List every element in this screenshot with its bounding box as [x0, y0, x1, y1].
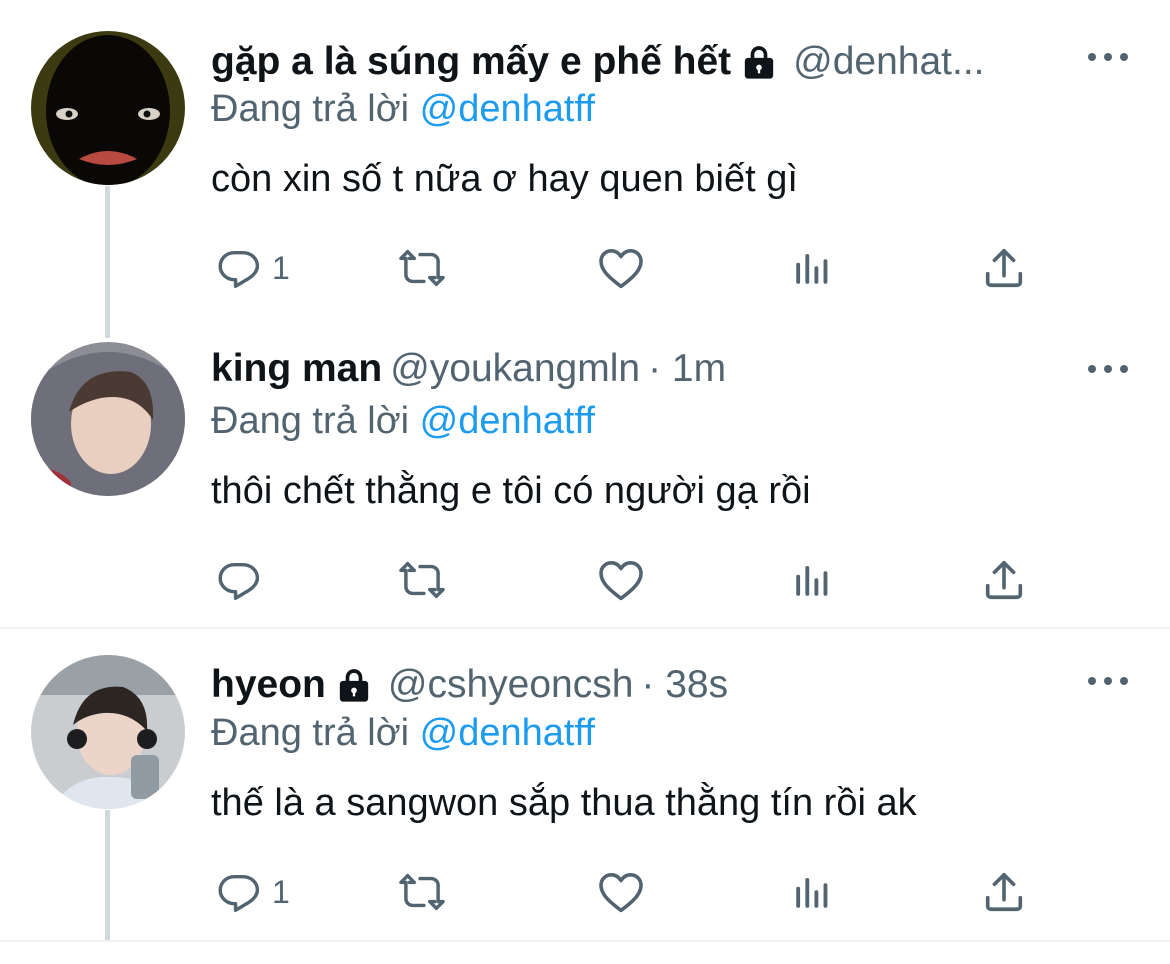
analytics-button[interactable] — [791, 867, 833, 917]
more-icon[interactable] — [1088, 47, 1128, 67]
action-bar: 1 — [211, 243, 1041, 293]
replying-to: Đang trả lời @denhatff — [211, 88, 595, 131]
share-icon — [981, 557, 1027, 603]
reply-count: 1 — [272, 249, 290, 286]
retweet-button[interactable] — [399, 555, 445, 605]
analytics-icon — [791, 559, 833, 601]
tweet-3[interactable]: hyeon @cshyeoncsh · 38s Đang trả lời @de… — [0, 630, 1170, 964]
tweet-text: thế là a sangwon sắp thua thằng tín rồi … — [211, 782, 917, 824]
analytics-icon — [791, 247, 833, 289]
analytics-button[interactable] — [791, 243, 833, 293]
replying-label: Đang trả lời — [211, 400, 410, 442]
replying-label: Đang trả lời — [211, 88, 410, 130]
action-bar — [211, 555, 1041, 605]
reply-icon — [216, 557, 262, 603]
retweet-button[interactable] — [399, 867, 445, 917]
person-with-headphones-avatar[interactable] — [31, 655, 185, 809]
retweet-button[interactable] — [399, 243, 445, 293]
replying-to: Đang trả lời @denhatff — [211, 712, 595, 755]
retweet-icon — [399, 245, 445, 291]
tweet-divider — [0, 940, 1170, 942]
username[interactable]: @youkangmln — [390, 347, 640, 391]
reply-button[interactable] — [216, 555, 272, 605]
retweet-icon — [399, 869, 445, 915]
mention-link[interactable]: @denhatff — [420, 88, 595, 130]
timestamp[interactable]: · 38s — [641, 663, 728, 707]
tweet-2[interactable]: king man @youkangmln · 1m Đang trả lời @… — [0, 320, 1170, 628]
share-button[interactable] — [981, 867, 1027, 917]
like-icon — [597, 244, 645, 292]
tweet-header: king man @youkangmln · 1m — [211, 344, 726, 394]
mention-link[interactable]: @denhatff — [420, 400, 595, 442]
share-button[interactable] — [981, 243, 1027, 293]
username[interactable]: @denhat... — [793, 40, 984, 84]
reply-icon — [216, 245, 262, 291]
dark-face-avatar[interactable] — [31, 31, 185, 185]
tweet-1[interactable]: gặp a là súng mấy e phế hết @denhat... Đ… — [0, 0, 1170, 320]
reply-count: 1 — [272, 873, 290, 910]
more-icon[interactable] — [1088, 671, 1128, 691]
tweet-header: gặp a là súng mấy e phế hết @denhat... — [211, 37, 985, 87]
tweet-divider — [0, 627, 1170, 629]
share-button[interactable] — [981, 555, 1027, 605]
retweet-icon — [399, 557, 445, 603]
like-icon — [597, 868, 645, 916]
more-icon[interactable] — [1088, 359, 1128, 379]
hooded-person-avatar[interactable] — [31, 342, 185, 496]
tweet-header: hyeon @cshyeoncsh · 38s — [211, 660, 728, 710]
share-icon — [981, 869, 1027, 915]
like-icon — [597, 556, 645, 604]
lock-icon — [334, 665, 374, 705]
like-button[interactable] — [597, 555, 645, 605]
action-bar: 1 — [211, 867, 1041, 917]
replying-to: Đang trả lời @denhatff — [211, 400, 595, 443]
display-name[interactable]: hyeon — [211, 663, 326, 707]
like-button[interactable] — [597, 243, 645, 293]
reply-icon — [216, 869, 262, 915]
analytics-button[interactable] — [791, 555, 833, 605]
lock-icon — [739, 42, 779, 82]
like-button[interactable] — [597, 867, 645, 917]
reply-button[interactable]: 1 — [216, 867, 290, 917]
tweet-text: còn xin số t nữa ơ hay quen biết gì — [211, 158, 798, 200]
tweet-text: thôi chết thằng e tôi có người gạ rồi — [211, 470, 811, 512]
mention-link[interactable]: @denhatff — [420, 712, 595, 754]
analytics-icon — [791, 871, 833, 913]
display-name[interactable]: gặp a là súng mấy e phế hết — [211, 40, 731, 84]
timestamp[interactable]: · 1m — [648, 347, 726, 391]
share-icon — [981, 245, 1027, 291]
reply-button[interactable]: 1 — [216, 243, 290, 293]
username[interactable]: @cshyeoncsh — [388, 663, 634, 707]
replying-label: Đang trả lời — [211, 712, 410, 754]
display-name[interactable]: king man — [211, 347, 382, 391]
